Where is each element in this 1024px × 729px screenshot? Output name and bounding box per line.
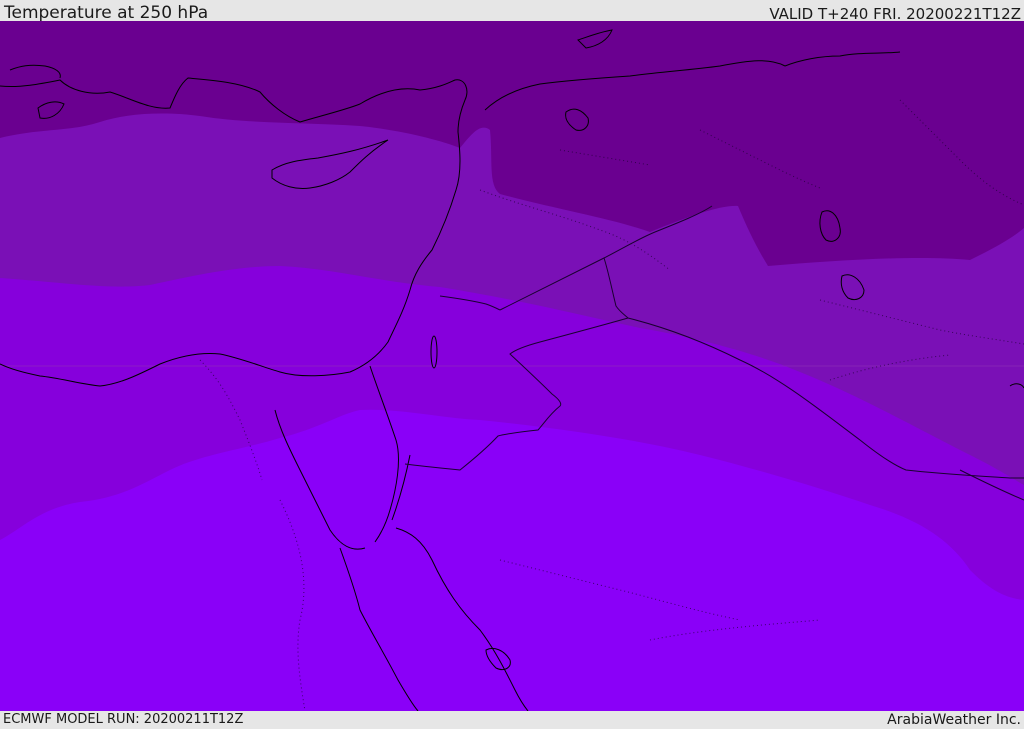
header-bar: Temperature at 250 hPa VALID T+240 FRI. … — [0, 0, 1024, 23]
footer-bar: ECMWF MODEL RUN: 20200211T12Z ArabiaWeat… — [0, 711, 1024, 729]
model-run: ECMWF MODEL RUN: 20200211T12Z — [3, 712, 244, 727]
temperature-map[interactable] — [0, 21, 1024, 711]
map-title: Temperature at 250 hPa — [4, 3, 209, 23]
credit: ArabiaWeather Inc. — [887, 712, 1021, 728]
